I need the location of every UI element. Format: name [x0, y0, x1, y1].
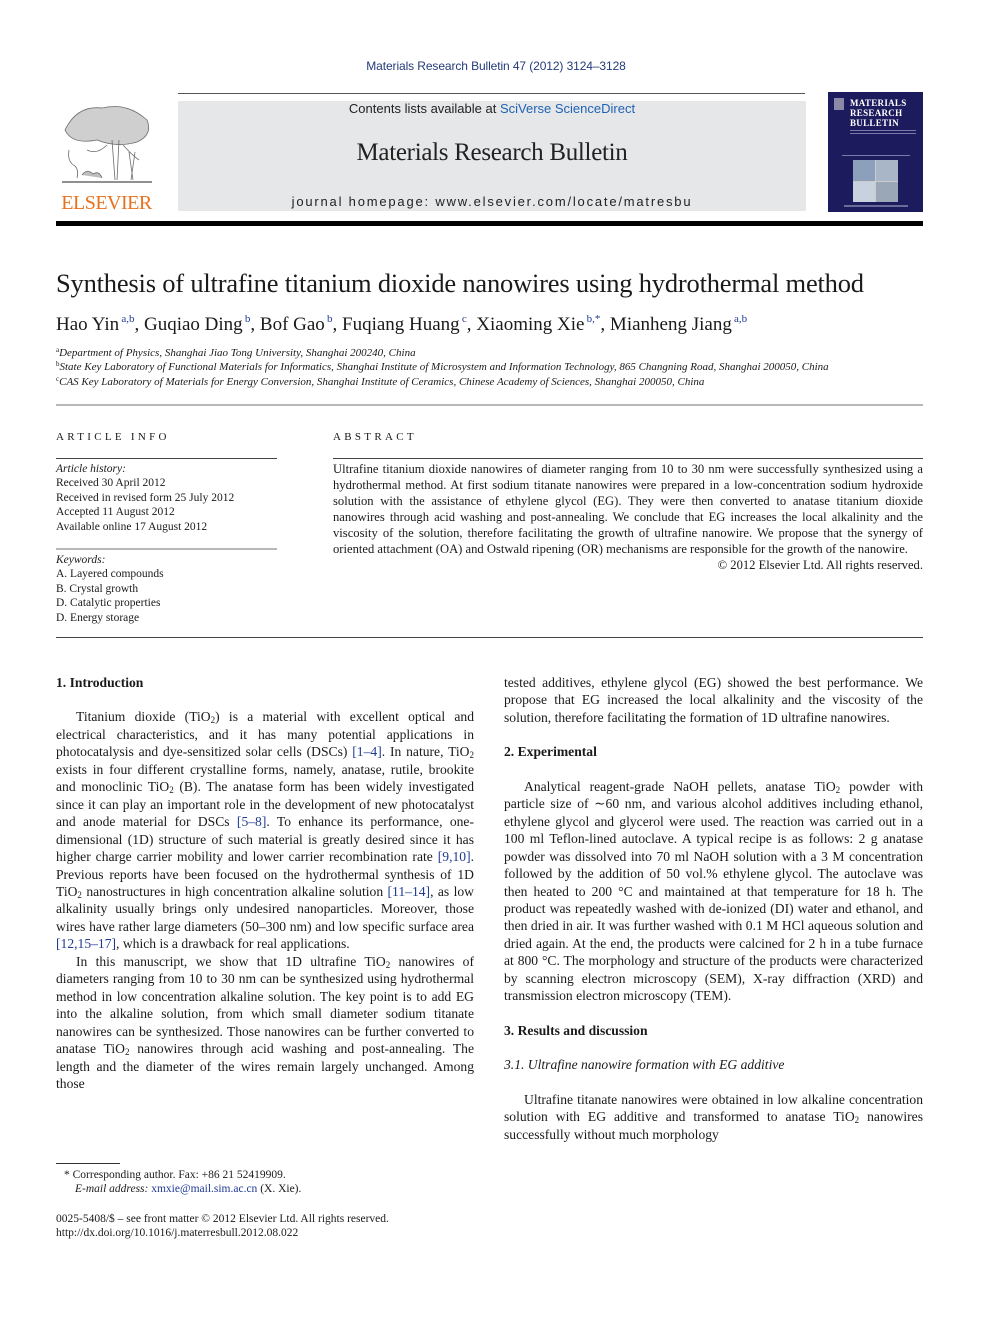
journal-name: Materials Research Bulletin: [356, 139, 628, 166]
cover-micrographs: [853, 160, 898, 202]
affiliation-b: bState Key Laboratory of Functional Mate…: [56, 360, 829, 373]
elsevier-logo[interactable]: ELSEVIER: [55, 100, 158, 214]
abstract-body: Ultrafine titanium dioxide nanowires of …: [333, 461, 923, 573]
subscript: 2: [210, 715, 216, 726]
cover-title: MATERIALS RESEARCH BULLETIN: [850, 98, 907, 128]
elsevier-wordmark: ELSEVIER: [61, 192, 152, 214]
affiliation-rule: [56, 404, 923, 406]
sciencedirect-link[interactable]: SciVerse ScienceDirect: [500, 101, 635, 116]
subscript: 2: [385, 959, 391, 970]
corresponding-author-note: * Corresponding author. Fax: +86 21 5241…: [64, 1169, 286, 1181]
cover-divider: [842, 155, 910, 156]
abstract-text: Ultrafine titanium dioxide nanowires of …: [333, 462, 923, 556]
history-label: Article history:: [56, 463, 126, 475]
affiliation-text: CAS Key Laboratory of Materials for Ener…: [59, 376, 705, 388]
citation-link[interactable]: [11–14]: [388, 884, 431, 899]
abstract-copyright: © 2012 Elsevier Ltd. All rights reserved…: [717, 558, 923, 572]
section-heading-introduction: 1. Introduction: [56, 675, 144, 690]
contents-prefix: Contents lists available at: [348, 101, 500, 116]
elsevier-tree-icon: [62, 106, 152, 183]
paragraph: Ultrafine titanate nanowires were obtain…: [504, 1091, 923, 1142]
author-affiliation-mark[interactable]: a,b: [732, 313, 747, 325]
history-item: Accepted 11 August 2012: [56, 506, 175, 519]
author-affiliation-mark[interactable]: b,*: [584, 313, 601, 325]
affiliation-c: cCAS Key Laboratory of Materials for Ene…: [56, 375, 704, 388]
journal-cover-thumbnail[interactable]: MATERIALS RESEARCH BULLETIN: [828, 92, 923, 212]
keywords-label: Keywords:: [56, 554, 106, 566]
subsection-heading: 3.1. Ultrafine nanowire formation with E…: [504, 1057, 785, 1073]
abstract-rule: [333, 458, 923, 459]
author-name: Fuqiang Huang: [342, 314, 460, 335]
section-heading-results: 3. Results and discussion: [504, 1022, 648, 1038]
history-item: Received in revised form 25 July 2012: [56, 491, 235, 504]
cover-footer-line: [844, 205, 908, 207]
doi-link[interactable]: http://dx.doi.org/10.1016/j.materresbull…: [56, 1226, 298, 1241]
affiliation-a: aDepartment of Physics, Shanghai Jiao To…: [56, 346, 416, 359]
citation-link[interactable]: [9,10]: [438, 849, 471, 864]
author-name: Mianheng Jiang: [609, 314, 732, 335]
author-list: Hao Yin a,b, Guqiao Ding b, Bof Gao b, F…: [56, 313, 748, 335]
article-title: Synthesis of ultrafine titanium dioxide …: [56, 268, 864, 298]
cover-emblem-icon: [834, 98, 844, 110]
article-info-heading: ARTICLE INFO: [56, 431, 170, 443]
keyword-item: D. Catalytic properties: [56, 597, 161, 610]
journal-citation-link[interactable]: Materials Research Bulletin 47 (2012) 31…: [0, 59, 992, 73]
affiliation-text: State Key Laboratory of Functional Mater…: [59, 361, 829, 373]
cover-title-line: RESEARCH: [850, 108, 903, 118]
footnote-rule: [56, 1163, 120, 1164]
abstract-end-rule: [56, 637, 923, 638]
email-link[interactable]: xmxie@mail.sim.ac.cn: [151, 1183, 257, 1195]
subscript: 2: [124, 1047, 130, 1058]
article-history: Article history: Received 30 April 2012 …: [56, 462, 234, 534]
cover-subtitle-lines: [850, 130, 916, 131]
citation-link[interactable]: [12,15–17]: [56, 936, 116, 951]
email-suffix: (X. Xie).: [257, 1183, 302, 1195]
author-name: Guqiao Ding: [144, 314, 243, 335]
section-heading-experimental: 2. Experimental: [504, 744, 597, 760]
keyword-item: A. Layered compounds: [56, 568, 164, 581]
citation-link[interactable]: [1–4]: [352, 744, 381, 759]
paragraph: Titanium dioxide (TiO2) is a material wi…: [56, 709, 475, 952]
paragraph: Analytical reagent-grade NaOH pellets, a…: [504, 778, 924, 1004]
keywords-rule: [56, 548, 277, 550]
author-name: Hao Yin: [56, 314, 120, 335]
author-affiliation-mark[interactable]: c: [460, 313, 467, 325]
affiliation-text: Department of Physics, Shanghai Jiao Ton…: [59, 347, 416, 359]
contents-availability: Contents lists available at SciVerse Sci…: [178, 101, 806, 116]
body-column-left: 1. Introduction Titanium dioxide (TiO2) …: [56, 674, 474, 1092]
author-affiliation-mark[interactable]: a,b: [119, 313, 134, 325]
subscript: 2: [854, 1115, 860, 1126]
author-name: Xiaoming Xie: [476, 314, 585, 335]
author-name: Bof Gao: [259, 314, 325, 335]
keyword-item: B. Crystal growth: [56, 582, 139, 595]
history-item: Received 30 April 2012: [56, 477, 166, 490]
email-label: E-mail address:: [75, 1183, 152, 1195]
keywords: Keywords: A. Layered compounds B. Crysta…: [56, 553, 164, 625]
author-affiliation-mark[interactable]: b: [243, 313, 251, 325]
journal-homepage[interactable]: journal homepage: www.elsevier.com/locat…: [178, 194, 806, 209]
article-info-rule: [56, 458, 277, 459]
email-note: E-mail address: xmxie@mail.sim.ac.cn (X.…: [75, 1182, 301, 1197]
keyword-item: D. Energy storage: [56, 611, 140, 624]
body-column-right: tested additives, ethylene glycol (EG) s…: [504, 674, 923, 1143]
header-top-rule: [178, 93, 805, 94]
abstract-heading: ABSTRACT: [333, 431, 417, 443]
subscript: 2: [469, 750, 475, 761]
header-thick-rule: [56, 221, 923, 226]
issn-line: 0025-5408/$ – see front matter © 2012 El…: [56, 1213, 389, 1225]
author-affiliation-mark[interactable]: b: [325, 313, 333, 325]
citation-link[interactable]: [5–8]: [237, 814, 266, 829]
subscript: 2: [77, 889, 82, 900]
history-item: Available online 17 August 2012: [56, 520, 208, 533]
cover-title-line: MATERIALS: [850, 98, 907, 108]
cover-title-line: BULLETIN: [850, 118, 899, 128]
paragraph: In this manuscript, we show that 1D ultr…: [56, 953, 474, 1091]
subscript: 2: [169, 785, 174, 796]
paragraph: tested additives, ethylene glycol (EG) s…: [504, 675, 923, 725]
subscript: 2: [835, 784, 841, 795]
